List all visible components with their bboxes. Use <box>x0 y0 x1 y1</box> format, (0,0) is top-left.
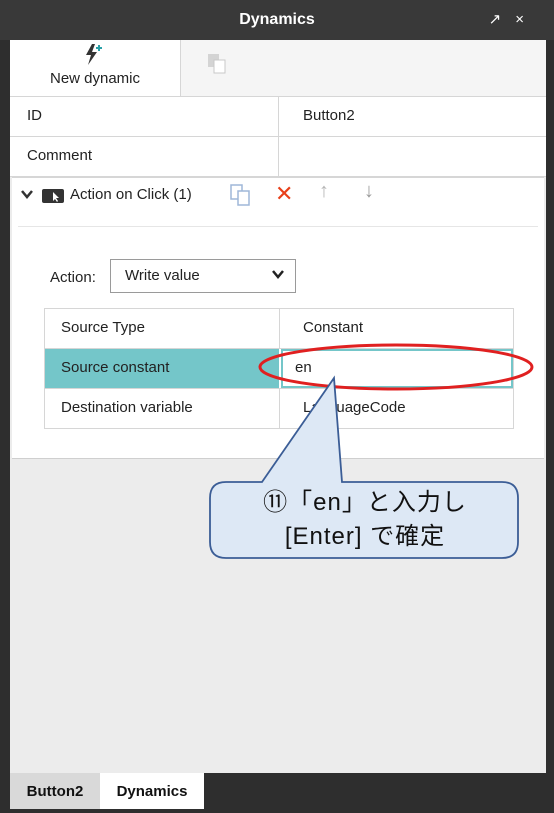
table-row-destination-variable[interactable]: Destination variable LanguageCode <box>45 389 513 428</box>
callout-text: ⑪「en」と入力し [Enter] で確定 <box>214 486 516 554</box>
callout-line-2: [Enter] で確定 <box>284 523 446 550</box>
callout-line-1: ⑪「en」と入力し <box>263 489 467 516</box>
row-value[interactable]: Constant <box>303 319 363 336</box>
delete-icon[interactable]: ✕ <box>275 181 293 207</box>
action-select-value: Write value <box>125 267 200 284</box>
lightning-icon <box>82 43 106 72</box>
property-row-id: ID Button2 <box>10 97 546 137</box>
action-header[interactable]: Action on Click (1) ✕ ↑ ↓ <box>12 178 544 216</box>
toolbar: New dynamic <box>10 40 546 96</box>
window-title: Dynamics <box>239 11 315 28</box>
action-label: Action: <box>50 269 96 286</box>
chevron-down-icon[interactable] <box>20 187 34 204</box>
property-key: ID <box>27 107 42 124</box>
properties-table: ID Button2 Comment <box>10 96 546 177</box>
row-value[interactable]: LanguageCode <box>303 399 406 416</box>
popout-icon[interactable]: ↗ <box>489 11 516 28</box>
tab-dynamics[interactable]: Dynamics <box>100 773 204 809</box>
bottom-tabs: Button2 Dynamics <box>10 773 546 809</box>
copy-dynamic-icon[interactable] <box>206 52 230 81</box>
action-select[interactable]: Write value <box>110 259 296 293</box>
source-constant-input-box[interactable] <box>281 349 513 388</box>
row-key: Destination variable <box>61 399 193 416</box>
property-key: Comment <box>27 147 93 164</box>
chevron-down-icon <box>271 267 285 284</box>
action-header-label: Action on Click (1) <box>70 186 192 203</box>
close-icon[interactable]: × <box>515 11 538 28</box>
tab-button2[interactable]: Button2 <box>10 773 100 809</box>
arrow-down-icon[interactable]: ↓ <box>364 180 374 203</box>
row-key: Source Type <box>61 319 145 336</box>
action-parameters-table: Source Type Constant Source constant en … <box>44 308 514 429</box>
copy-icon[interactable] <box>228 182 254 213</box>
dynamics-panel: New dynamic ID Button2 Comment Action on… <box>10 40 546 773</box>
source-constant-input[interactable]: en <box>295 359 312 376</box>
new-dynamic-button[interactable]: New dynamic <box>10 40 181 96</box>
property-row-comment: Comment <box>10 137 546 177</box>
click-action-icon <box>42 189 64 208</box>
arrow-up-icon[interactable]: ↑ <box>319 180 329 203</box>
row-key: Source constant <box>45 349 279 388</box>
action-section: Action on Click (1) ✕ ↑ ↓ Action: Write … <box>12 177 544 459</box>
new-dynamic-label: New dynamic <box>49 70 141 87</box>
table-row-source-type[interactable]: Source Type Constant <box>45 309 513 349</box>
property-value[interactable]: Button2 <box>303 107 355 124</box>
title-bar: Dynamics ↗× <box>0 0 554 40</box>
table-row-source-constant[interactable]: Source constant en <box>45 349 513 389</box>
dynamics-window: Dynamics ↗× New dynamic ID Button2 Comme… <box>0 0 554 813</box>
